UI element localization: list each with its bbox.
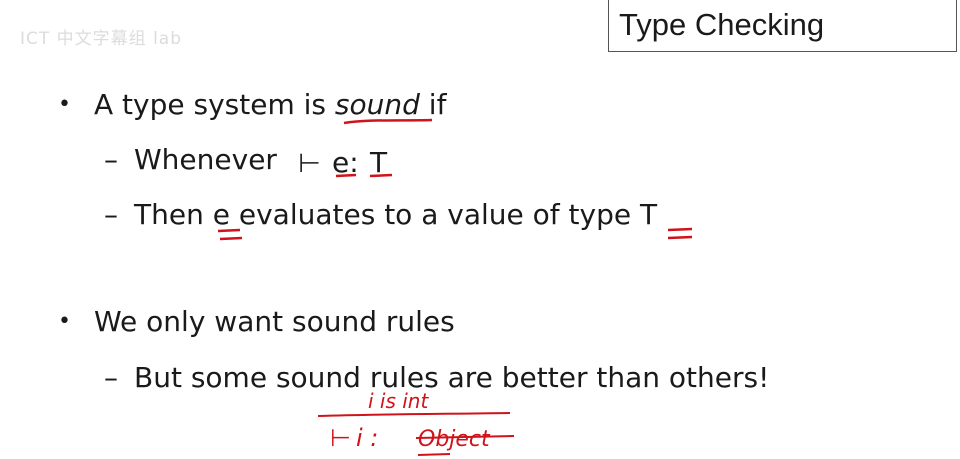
sub-bullet-3: – But some sound rules are better than ot… <box>104 364 769 392</box>
dash-icon: – <box>104 361 118 394</box>
sub-bullet-3-text: But some sound rules are better than oth… <box>134 361 770 394</box>
turnstile-symbol: ⊢ <box>298 149 321 179</box>
sub-bullet-2-prefix: Then <box>134 198 213 231</box>
bullet-1-text-before: A type system is <box>94 88 335 121</box>
judgment-expr: e: <box>332 146 359 179</box>
bullet-1-text-after: if <box>419 88 447 121</box>
sub-bullet-2-expr: e <box>212 198 230 231</box>
underline-e-2 <box>217 228 243 241</box>
sub-bullet-2: – Then e evaluates to a value of type T <box>104 201 657 229</box>
rule-bar <box>317 412 511 417</box>
sub-bullet-2-type: T <box>640 198 658 231</box>
bullet-2: • We only want sound rules <box>58 308 455 336</box>
underline-e-1 <box>335 173 357 178</box>
underline-t-1 <box>369 173 393 178</box>
bullet-1-emphasis: sound <box>334 88 420 121</box>
bullet-1: • A type system is sound if <box>58 91 446 119</box>
watermark: ICT 中文字幕组 lab <box>20 29 183 49</box>
bullet-dot-icon: • <box>58 309 71 334</box>
bullet-2-text: We only want sound rules <box>94 305 455 338</box>
rule-scribble <box>417 453 451 456</box>
sub-bullet-1: – Whenever <box>104 146 277 174</box>
rule-conclusion-type: Object <box>418 427 491 452</box>
dash-icon: – <box>104 198 118 231</box>
sub-bullet-2-middle: evaluates to a value of type <box>229 198 640 231</box>
dash-icon: – <box>104 143 118 176</box>
strike-object <box>415 435 515 439</box>
judgment-type: T <box>369 146 388 179</box>
rule-conclusion-expr: i : <box>356 424 378 452</box>
underline-t-2 <box>667 227 693 240</box>
slide-title: Type Checking <box>608 0 957 52</box>
bullet-dot-icon: • <box>58 92 71 117</box>
rule-turnstile: ⊢ <box>330 424 351 452</box>
sub-bullet-1-prefix: Whenever <box>134 143 277 176</box>
